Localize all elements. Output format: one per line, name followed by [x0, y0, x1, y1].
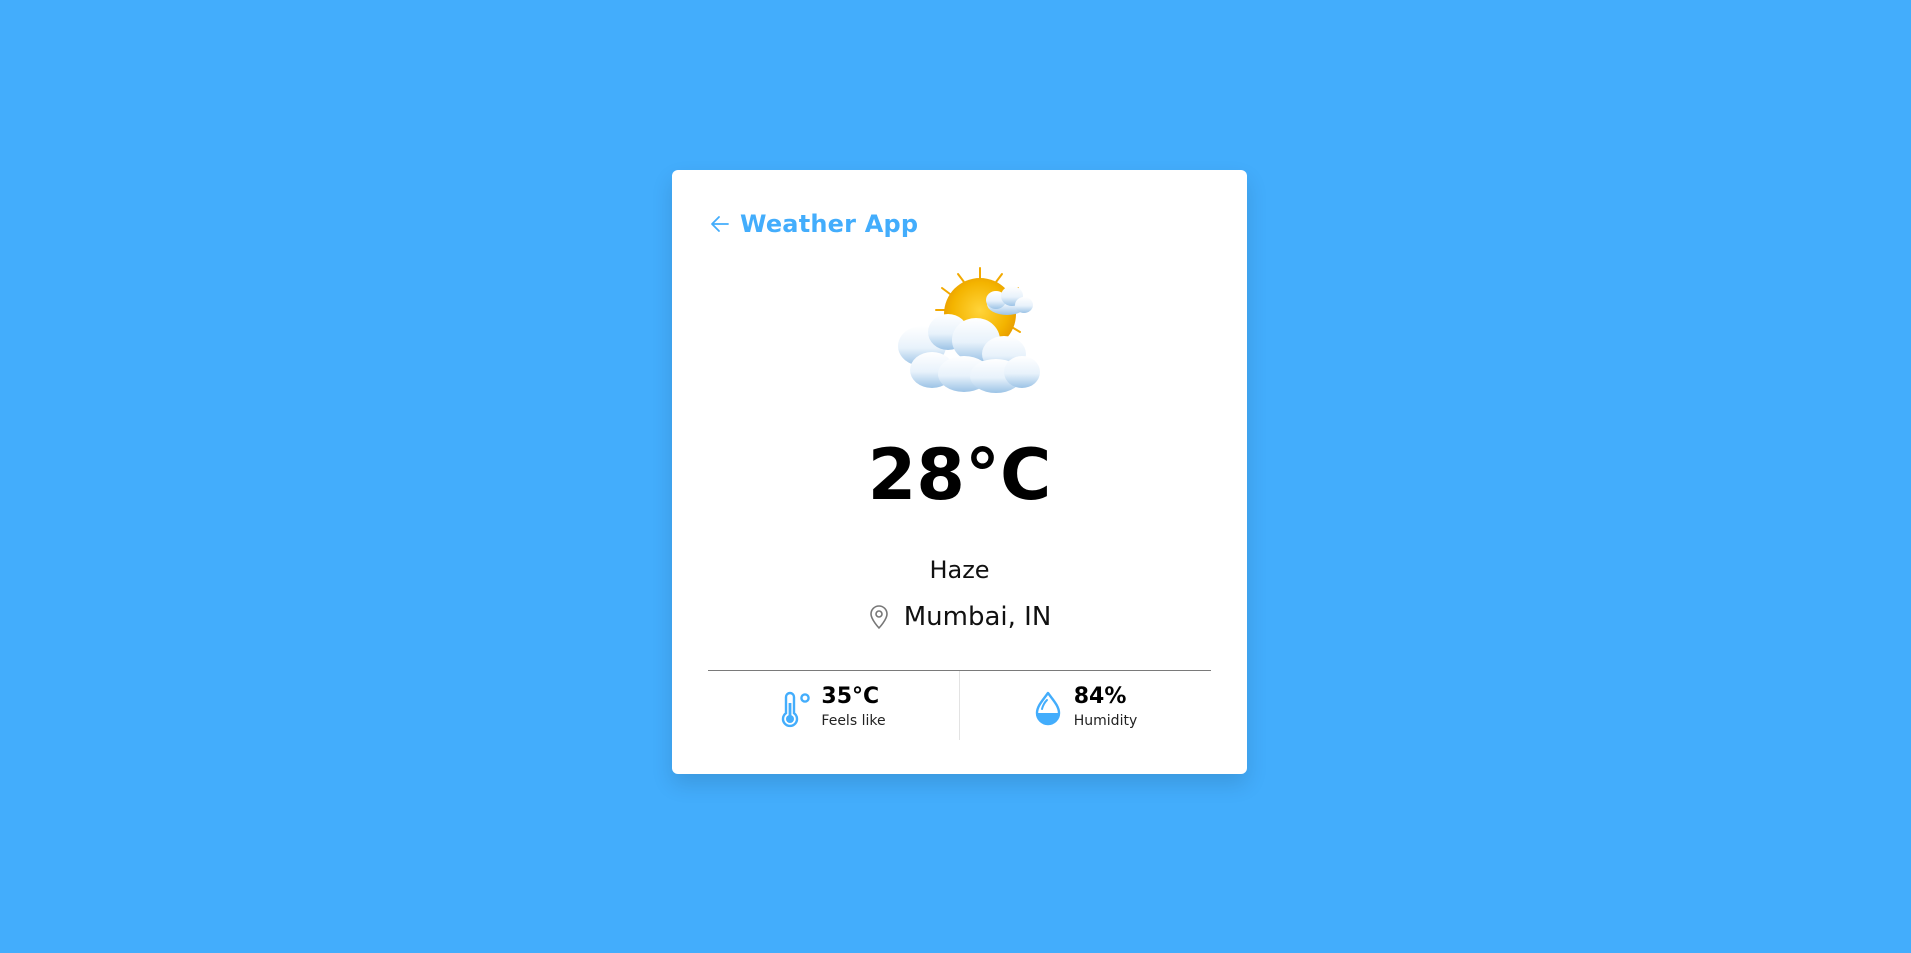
feels-like-label: Feels like	[821, 713, 886, 730]
feels-like-value: 35°C	[821, 684, 880, 709]
location-label: Mumbai, IN	[903, 602, 1052, 632]
app-header[interactable]: Weather App	[708, 210, 918, 238]
stats-row: 35°C Feels like 84% Humidity	[708, 671, 1211, 740]
feels-like-stat: 35°C Feels like	[708, 671, 959, 740]
thermometer-icon	[781, 689, 815, 729]
humidity-label: Humidity	[1073, 713, 1138, 730]
sun-behind-clouds-icon	[892, 266, 1052, 394]
humidity-stat: 84% Humidity	[959, 671, 1211, 740]
map-pin-icon	[868, 604, 890, 630]
weather-card: Weather App 28°C Haze Mumbai, IN 35°C Fe…	[672, 170, 1247, 774]
water-drop-icon	[1034, 689, 1068, 729]
arrow-left-icon[interactable]	[708, 212, 732, 236]
location: Mumbai, IN	[672, 602, 1247, 632]
temperature-value: 28°C	[867, 434, 1052, 516]
humidity-value: 84%	[1073, 684, 1127, 709]
app-title: Weather App	[740, 210, 919, 238]
weather-condition: Haze	[929, 556, 990, 584]
